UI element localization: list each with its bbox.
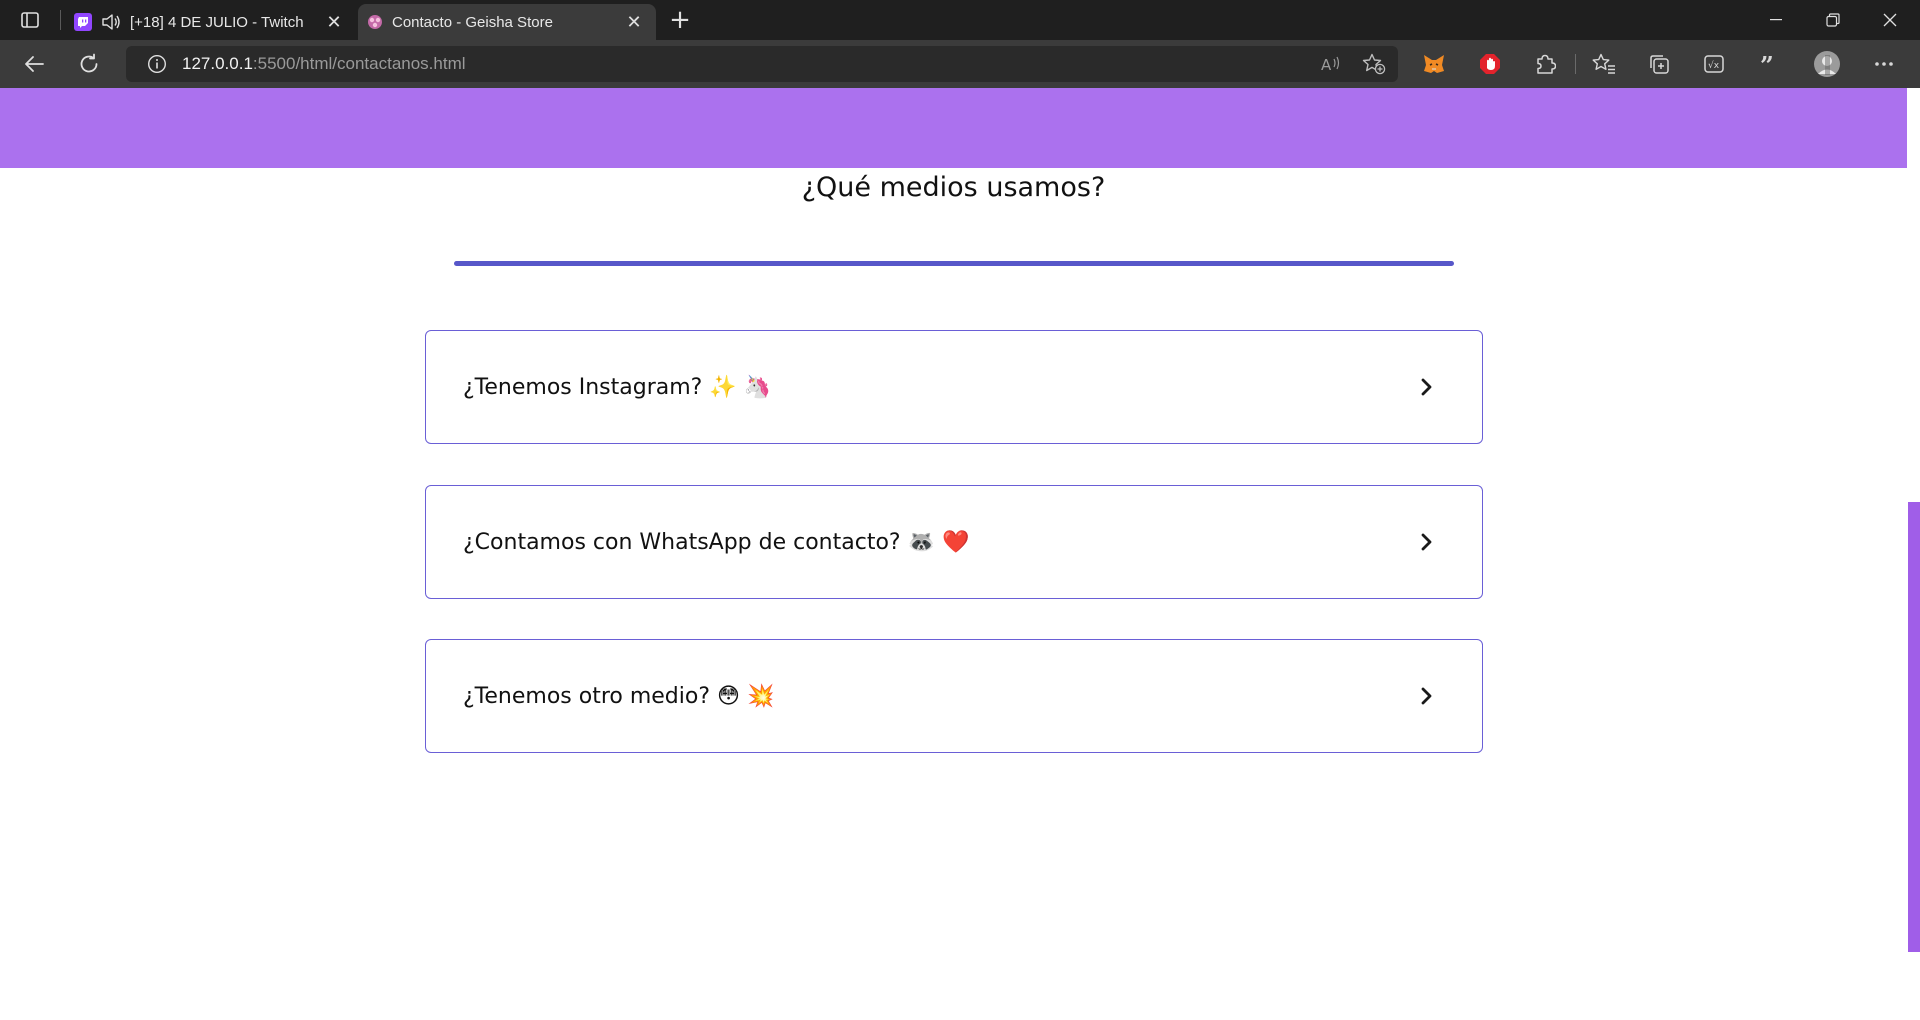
add-favorite-icon[interactable] <box>1354 46 1394 82</box>
toolbar-separator <box>1575 54 1576 74</box>
favorites-icon[interactable] <box>1584 48 1624 80</box>
page-viewport: ¿Qué medios usamos? ¿Tenemos Instagram? … <box>0 88 1920 1020</box>
adblock-extension-icon[interactable] <box>1470 48 1510 80</box>
tab-strip: [+18] 4 DE JULIO - Twitch ✕ Contacto - G… <box>0 0 1920 40</box>
refresh-icon[interactable] <box>71 48 107 80</box>
tab-title: [+18] 4 DE JULIO - Twitch <box>130 13 304 31</box>
svg-text:A: A <box>1321 56 1332 73</box>
tab-title: Contacto - Geisha Store <box>392 13 553 31</box>
new-tab-button[interactable]: + <box>664 5 696 35</box>
faq-item-instagram[interactable]: ¿Tenemos Instagram? ✨ 🦄 <box>425 330 1483 444</box>
extensions-icon[interactable] <box>1525 48 1565 80</box>
audio-playing-icon[interactable] <box>100 11 122 33</box>
metamask-extension-icon[interactable] <box>1414 48 1454 80</box>
minimize-icon[interactable] <box>1748 0 1804 40</box>
faq-item-whatsapp[interactable]: ¿Contamos con WhatsApp de contacto? 🦝 ❤️ <box>425 485 1483 599</box>
url-host: 127.0.0.1 <box>182 54 253 73</box>
faq-question: ¿Contamos con WhatsApp de contacto? 🦝 ❤️ <box>463 529 970 555</box>
close-window-icon[interactable] <box>1862 0 1918 40</box>
faq-question: ¿Tenemos Instagram? ✨ 🦄 <box>463 374 772 400</box>
close-tab-icon[interactable]: ✕ <box>622 10 646 34</box>
chevron-right-icon[interactable] <box>1412 681 1442 711</box>
tab-contacto[interactable]: Contacto - Geisha Store ✕ <box>358 4 656 40</box>
faq-question: ¿Tenemos otro medio? 😳 💥 <box>463 683 775 709</box>
section-divider <box>454 261 1454 266</box>
address-bar[interactable]: 127.0.0.1:5500/html/contactanos.html A <box>126 46 1398 82</box>
svg-text:√x: √x <box>1708 60 1720 71</box>
section-title: ¿Qué medios usamos? <box>801 172 1106 203</box>
site-info-icon[interactable] <box>146 53 168 75</box>
scrollbar-thumb[interactable] <box>1908 502 1920 952</box>
more-menu-icon[interactable] <box>1864 48 1904 80</box>
browser-toolbar: 127.0.0.1:5500/html/contactanos.html A √… <box>0 40 1920 88</box>
quote-extension-icon[interactable]: ” <box>1749 48 1789 80</box>
read-aloud-icon[interactable]: A <box>1311 46 1351 82</box>
faq-item-other[interactable]: ¿Tenemos otro medio? 😳 💥 <box>425 639 1483 753</box>
tab-twitch[interactable]: [+18] 4 DE JULIO - Twitch ✕ <box>66 4 356 40</box>
tab-separator <box>60 10 61 30</box>
tab-actions-icon[interactable] <box>14 8 46 32</box>
url-path: :5500/html/contactanos.html <box>252 54 466 73</box>
restore-icon[interactable] <box>1805 0 1861 40</box>
twitch-icon <box>74 13 92 31</box>
chevron-right-icon[interactable] <box>1412 527 1442 557</box>
close-tab-icon[interactable]: ✕ <box>322 10 346 34</box>
profile-avatar[interactable] <box>1807 48 1847 80</box>
svg-text:”: ” <box>1760 53 1774 75</box>
back-icon[interactable] <box>16 48 52 80</box>
math-solver-icon[interactable]: √x <box>1694 48 1734 80</box>
chevron-right-icon[interactable] <box>1412 372 1442 402</box>
header-band <box>0 88 1907 168</box>
geisha-store-icon <box>366 13 384 31</box>
collections-icon[interactable] <box>1639 48 1679 80</box>
